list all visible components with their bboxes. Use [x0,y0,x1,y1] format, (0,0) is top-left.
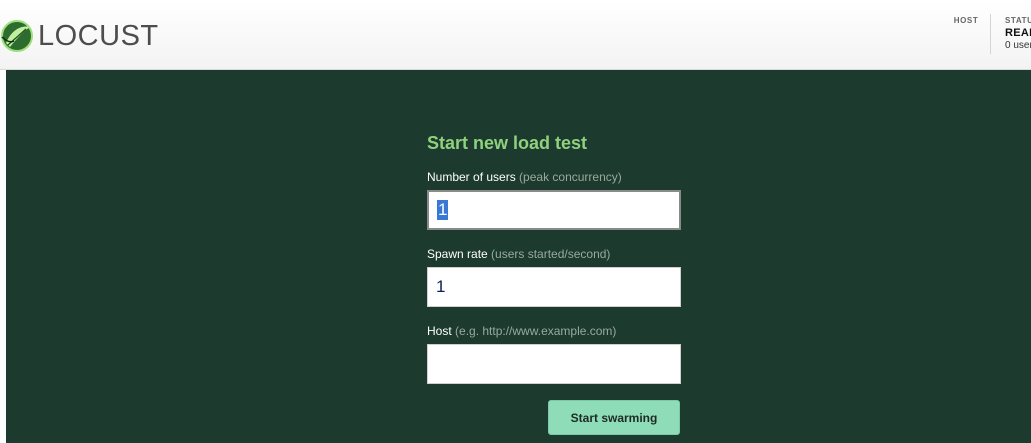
spawn-rate-field-label: Spawn rate (users started/second) [427,247,610,261]
locust-logo-icon [1,20,33,52]
header-divider [990,14,991,54]
spawn-rate-input[interactable]: 1 [427,267,681,307]
form-title: Start new load test [427,133,588,153]
users-label-text: Number of users [427,170,516,184]
status-label: STATUS [1005,16,1031,25]
main-panel: Start new load test Number of users (pea… [6,70,1031,443]
users-input-value: 1 [437,200,449,220]
start-test-form: Start new load test Number of users (pea… [427,132,687,435]
status-users: 0 users [1005,40,1031,51]
host-label-text: Host [427,324,452,338]
spawn-rate-label-hint: (users started/second) [491,247,611,261]
start-swarming-button[interactable]: Start swarming [548,400,680,435]
host-input[interactable] [427,344,681,384]
top-header: LOCUST HOST STATUS READY 0 users [0,0,1031,70]
users-label-hint: (peak concurrency) [519,170,622,184]
spawn-rate-input-value: 1 [436,277,446,296]
logo[interactable]: LOCUST [0,18,159,54]
host-label: HOST [953,16,979,25]
host-label-hint: (e.g. http://www.example.com) [455,324,617,338]
logo-text: LOCUST [38,20,159,52]
users-input[interactable]: 1 [427,190,681,230]
status-stat: STATUS READY 0 users [1005,16,1031,51]
users-field-label: Number of users (peak concurrency) [427,170,622,184]
locust-app: LOCUST HOST STATUS READY 0 users Start n… [0,0,1031,443]
status-value: READY [1005,27,1031,39]
host-stat: HOST [942,16,990,25]
spawn-rate-label-text: Spawn rate [427,247,488,261]
host-field-label: Host (e.g. http://www.example.com) [427,324,616,338]
